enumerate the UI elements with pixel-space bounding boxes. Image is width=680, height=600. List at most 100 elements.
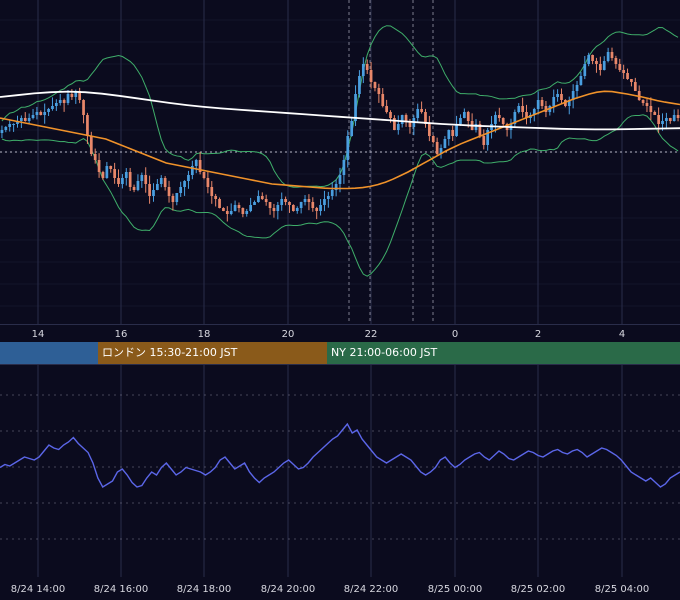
candle-body: [70, 94, 74, 97]
candle-body: [280, 199, 284, 205]
candle-body: [315, 208, 319, 211]
candle-body: [86, 115, 89, 136]
candle-body: [35, 112, 39, 115]
candle-body: [400, 115, 404, 124]
candle-body: [431, 136, 435, 142]
bollinger-bands: [1, 25, 679, 277]
candle-body: [89, 136, 93, 154]
candle-body: [241, 208, 245, 214]
candle-body: [82, 100, 85, 115]
candle-body: [420, 109, 423, 112]
candle-body: [396, 124, 400, 130]
candle-body: [292, 205, 295, 211]
candle-body: [51, 106, 54, 109]
candle-body: [443, 139, 447, 148]
candle-body: [4, 127, 8, 130]
candle-body: [536, 100, 540, 109]
candle-body: [144, 175, 148, 184]
candle-body: [428, 124, 431, 136]
upper-tick-label: 14: [31, 329, 45, 340]
candle-body: [20, 118, 23, 121]
lower-tick-label: 8/24 20:00: [260, 584, 316, 595]
candle-body: [377, 88, 381, 94]
candle-body: [466, 112, 470, 121]
candle-body: [47, 109, 50, 112]
price-grid: [0, 0, 680, 324]
candle-body: [595, 61, 598, 64]
candle-body: [641, 100, 645, 103]
candle-body: [591, 55, 594, 61]
candle-body: [602, 61, 606, 70]
candle-body: [233, 205, 237, 211]
session-london: ロンドン 15:30-21:00 JST: [98, 342, 327, 364]
candle-body: [330, 190, 334, 196]
candle-body: [159, 178, 163, 184]
candle-body: [0, 130, 4, 133]
upper-tick-label: 22: [364, 329, 378, 340]
candle-body: [633, 82, 637, 91]
candle-body: [66, 94, 70, 103]
candle-body: [668, 118, 672, 121]
upper-tick-label: 2: [534, 329, 542, 340]
lower-tick-label: 8/25 00:00: [427, 584, 483, 595]
candle-body: [284, 199, 287, 202]
candle-body: [517, 106, 521, 112]
candle-body: [501, 118, 505, 124]
candle-body: [128, 172, 132, 187]
candle-body: [319, 205, 322, 211]
candle-body: [264, 199, 268, 202]
candle-body: [272, 208, 276, 211]
candle-body: [579, 76, 583, 85]
candle-body: [214, 196, 218, 199]
candle-body: [552, 97, 556, 106]
candle-body: [245, 211, 249, 214]
candle-body: [62, 100, 66, 103]
candle-body: [295, 208, 299, 211]
oscillator-chart[interactable]: [0, 364, 680, 577]
candle-body: [404, 115, 408, 121]
candle-body: [140, 175, 144, 181]
candle-body: [121, 178, 124, 184]
candle-body: [462, 112, 466, 118]
lower-tick-label: 8/25 02:00: [510, 584, 566, 595]
candle-body: [649, 106, 653, 112]
upper-tick-label: 20: [281, 329, 295, 340]
candle-body: [358, 76, 361, 94]
candle-body: [676, 115, 680, 118]
candle-body: [194, 160, 198, 166]
candle-body: [657, 115, 660, 124]
candle-body: [626, 73, 629, 79]
upper-time-axis: 14 16 18 20 22 0 2 4: [0, 324, 680, 343]
candle-body: [268, 202, 272, 208]
candle-body: [167, 187, 171, 196]
candle-body: [365, 64, 369, 70]
market-session-bar: ロンドン 15:30-21:00 JST NY 21:00-06:00 JST: [0, 342, 680, 364]
candle-body: [672, 115, 676, 121]
candle-body: [39, 112, 43, 115]
candle-body: [163, 178, 167, 187]
candle-body: [373, 82, 377, 88]
candle-body: [385, 106, 388, 112]
candle-body: [202, 172, 206, 178]
lower-tick-label: 8/24 16:00: [93, 584, 149, 595]
candle-body: [23, 118, 27, 121]
candle-body: [451, 130, 455, 136]
price-chart[interactable]: [0, 0, 680, 324]
candle-body: [326, 196, 330, 199]
candle-body: [556, 94, 559, 97]
upper-tick-label: 0: [451, 329, 459, 340]
candle-body: [179, 187, 183, 193]
candle-body: [381, 94, 385, 106]
candle-body: [58, 100, 62, 103]
candle-body: [175, 193, 179, 202]
candle-body: [653, 112, 657, 115]
candle-body: [210, 187, 214, 196]
candle-body: [12, 124, 15, 125]
candle-body: [482, 136, 486, 145]
candle-body: [587, 55, 591, 64]
candle-body: [8, 124, 12, 127]
candle-body: [206, 178, 210, 187]
candle-body: [288, 202, 291, 205]
candle-body: [105, 166, 109, 178]
candle-body: [31, 115, 35, 118]
